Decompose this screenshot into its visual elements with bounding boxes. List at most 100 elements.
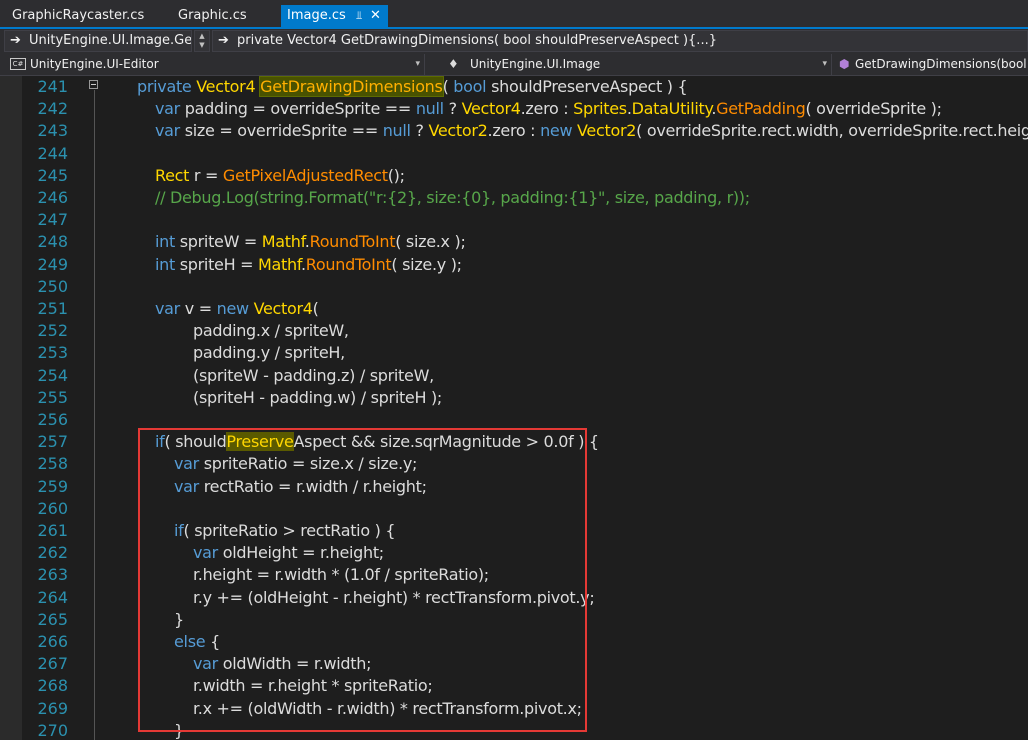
line-number: 245 — [37, 165, 68, 185]
code-token: size = overrideSprite == — [184, 121, 383, 141]
code-navigation-bar: C# UnityEngine.UI-Editor ▾ ♦ UnityEngine… — [0, 53, 1028, 76]
code-token: GetPadding — [716, 99, 806, 119]
arrow-right-icon: ➔ — [10, 33, 21, 48]
code-token: .zero : — [487, 121, 541, 141]
line-number: 248 — [37, 232, 68, 252]
code-token: Aspect ) { — [609, 77, 688, 96]
type-navigation-combo[interactable]: ➔ UnityEngine.UI.Image.Ge — [4, 30, 192, 52]
tab-image-active[interactable]: Image.cs ⫫ ✕ — [281, 5, 388, 27]
type-dropdown[interactable]: ♦ UnityEngine.UI.Image ▾ — [426, 54, 832, 75]
code-token: GetPixelAdjustedRect — [222, 165, 388, 185]
code-line[interactable]: 251 var v = new Vector4( — [0, 298, 1028, 320]
line-number: 269 — [37, 698, 68, 718]
line-number: 257 — [37, 432, 68, 452]
code-token: ( — [442, 77, 454, 96]
code-editor[interactable]: 241 private Vector4 GetDrawingDimensions(… — [0, 76, 1028, 740]
code-token: padding.x / spriteW, — [193, 321, 349, 341]
code-line[interactable]: 250 — [0, 276, 1028, 298]
line-number: 264 — [37, 587, 68, 607]
line-number: 261 — [37, 521, 68, 540]
line-number: 266 — [37, 632, 68, 651]
line-number: 254 — [37, 365, 68, 385]
code-line[interactable]: 243 var size = overrideSprite == null ? V… — [0, 120, 1028, 142]
type-label: UnityEngine.UI.Image — [470, 57, 601, 71]
tab-graphic[interactable]: Graphic.cs — [170, 5, 255, 27]
code-line[interactable]: 255 (spriteH - padding.w) / spriteH ); — [0, 387, 1028, 409]
code-line[interactable]: 245 Rect r = GetPixelAdjustedRect(); — [0, 165, 1028, 187]
document-tab-bar: GraphicRaycaster.cs Graphic.cs Image.cs … — [0, 0, 1028, 29]
code-line[interactable]: 247 — [0, 209, 1028, 231]
code-token: Vector2 — [577, 121, 637, 141]
code-text: (spriteH - padding.w) / spriteH ); — [193, 387, 442, 409]
code-token: var — [155, 299, 185, 318]
line-number: 268 — [37, 676, 68, 696]
project-dropdown[interactable]: C# UnityEngine.UI-Editor ▾ — [0, 54, 425, 75]
navigation-bar: ➔ UnityEngine.UI.Image.Ge ▲ ▼ ➔ private V… — [0, 29, 1028, 53]
pin-icon[interactable]: ⫫ — [356, 5, 362, 27]
code-token: new — [540, 121, 578, 141]
line-number: 263 — [37, 565, 68, 585]
code-line[interactable]: 242 var padding = overrideSprite == null … — [0, 98, 1028, 120]
code-token: int — [155, 232, 180, 252]
code-text: private Vector4 GetDrawingDimensions( bo… — [137, 76, 688, 98]
code-token: r = — [193, 165, 223, 185]
line-number: 249 — [37, 254, 68, 274]
code-token: private — [137, 77, 197, 96]
code-token: padding = overrideSprite == — [184, 99, 416, 119]
code-line[interactable]: 249 int spriteH = Mathf.RoundToInt( size.… — [0, 254, 1028, 276]
line-number: 255 — [37, 387, 68, 407]
code-token: Sprites — [573, 99, 627, 119]
code-token: GetDrawingDimensions — [259, 76, 444, 97]
code-line[interactable]: 241 private Vector4 GetDrawingDimensions(… — [0, 76, 1028, 98]
tab-label: Image.cs — [287, 8, 346, 23]
code-token: .zero : — [520, 99, 574, 119]
code-token: Mathf — [258, 254, 301, 274]
code-token: (spriteH - padding.w) / spriteH ); — [193, 387, 443, 407]
code-token: // Debug.Log(string.Format("r:{2}, size:… — [155, 188, 750, 207]
spinner-buttons[interactable]: ▲ ▼ — [194, 30, 210, 52]
line-number: 260 — [37, 498, 68, 518]
csharp-project-icon: C# — [10, 58, 26, 70]
code-token: ( overrideSprite ); — [805, 99, 942, 119]
code-text: padding.y / spriteH, — [193, 342, 345, 364]
member-navigation-combo[interactable]: ➔ private Vector4 GetDrawingDimensions( … — [212, 30, 1028, 52]
line-number: 258 — [37, 454, 68, 474]
code-line[interactable]: 254 (spriteW - padding.z) / spriteW, — [0, 365, 1028, 387]
code-token: Vector4 — [461, 99, 521, 119]
project-label: UnityEngine.UI-Editor — [30, 57, 159, 71]
member-dropdown[interactable]: ⬢ GetDrawingDimensions(bool s — [833, 54, 1028, 75]
code-token: new — [216, 299, 254, 318]
code-token: DataUtility — [631, 99, 712, 119]
code-text: Rect r = GetPixelAdjustedRect(); — [155, 165, 405, 187]
code-token: spriteW = — [179, 232, 262, 252]
member-label: GetDrawingDimensions(bool s — [855, 57, 1028, 71]
highlight-annotation-box — [138, 428, 587, 732]
code-token: ? — [443, 99, 462, 119]
code-token: (spriteW - padding.z) / spriteW, — [193, 365, 434, 385]
line-number: 259 — [37, 476, 68, 496]
code-token: ( size.y ); — [391, 254, 462, 274]
code-token: RoundToInt — [309, 232, 396, 252]
code-token: null — [382, 121, 411, 141]
code-line[interactable]: 253 padding.y / spriteH, — [0, 342, 1028, 364]
class-icon: ♦ — [448, 57, 459, 71]
line-number: 250 — [37, 276, 68, 296]
code-line[interactable]: 244 — [0, 143, 1028, 165]
line-number: 253 — [37, 343, 68, 363]
code-text: var size = overrideSprite == null ? Vect… — [155, 120, 1028, 142]
code-line[interactable]: 252 padding.x / spriteW, — [0, 320, 1028, 342]
close-icon[interactable]: ✕ — [370, 5, 381, 27]
code-text: padding.x / spriteW, — [193, 320, 349, 342]
code-token: spriteH = — [179, 254, 258, 274]
code-token: Vector4 — [253, 299, 313, 318]
line-number: 251 — [37, 299, 68, 318]
code-token: Preserve — [542, 77, 610, 96]
code-line[interactable]: 246 // Debug.Log(string.Format("r:{2}, si… — [0, 187, 1028, 209]
code-text: int spriteH = Mathf.RoundToInt( size.y )… — [155, 254, 462, 276]
code-token: Rect — [155, 165, 194, 185]
code-token: ( overrideSprite.rect.width, overrideSpr… — [636, 121, 1028, 141]
tab-graphicraycaster[interactable]: GraphicRaycaster.cs — [4, 5, 152, 27]
line-number: 241 — [37, 77, 68, 96]
code-line[interactable]: 248 int spriteW = Mathf.RoundToInt( size.… — [0, 231, 1028, 253]
line-number: 246 — [37, 188, 68, 207]
